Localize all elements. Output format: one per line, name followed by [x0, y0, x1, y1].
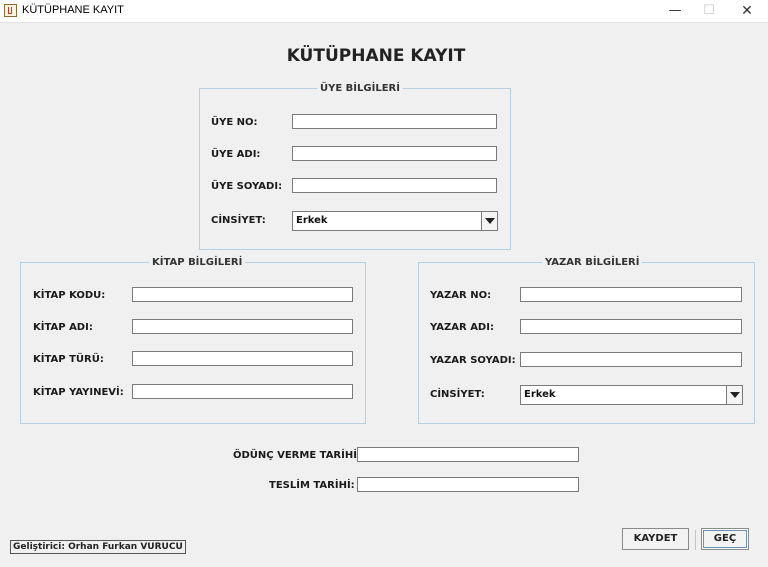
uye-soyadi-label: ÜYE SOYADI:: [211, 181, 283, 192]
uye-cinsiyet-value: Erkek: [296, 215, 328, 226]
teslim-tarihi-label: TESLİM TARİHİ:: [269, 480, 355, 491]
minimize-icon[interactable]: —: [656, 0, 694, 22]
chevron-down-icon[interactable]: [481, 212, 497, 230]
yazar-adi-label: YAZAR ADI:: [430, 322, 494, 333]
chevron-down-icon[interactable]: [726, 386, 742, 404]
kitap-adi-label: KİTAP ADI:: [33, 322, 93, 333]
uye-adi-label: ÜYE ADI:: [211, 149, 261, 160]
uye-no-label: ÜYE NO:: [211, 117, 258, 128]
uye-adi-field[interactable]: [292, 146, 497, 161]
kitap-adi-field[interactable]: [132, 319, 353, 334]
uye-bilgileri-legend: ÜYE BİLGİLERİ: [320, 83, 400, 94]
kitap-yayinevi-field[interactable]: [132, 384, 353, 399]
teslim-tarihi-field[interactable]: [357, 477, 579, 492]
uye-cinsiyet-label: CİNSİYET:: [211, 215, 266, 226]
uye-soyadi-field[interactable]: [292, 178, 497, 193]
kaydet-button[interactable]: KAYDET: [622, 528, 689, 550]
kitap-kodu-field[interactable]: [132, 287, 353, 302]
uye-no-field[interactable]: [292, 114, 497, 129]
java-app-icon: [4, 4, 17, 17]
developer-credit: Geliştirici: Orhan Furkan VURUCU: [10, 540, 186, 554]
yazar-no-field[interactable]: [520, 287, 742, 302]
yazar-soyadi-field[interactable]: [520, 352, 742, 367]
yazar-bilgileri-legend: YAZAR BİLGİLERİ: [545, 257, 640, 268]
kitap-yayinevi-label: KİTAP YAYINEVİ:: [33, 387, 124, 398]
maximize-icon[interactable]: ☐: [690, 0, 728, 22]
kitap-turu-field[interactable]: [132, 351, 353, 366]
gec-button[interactable]: GEÇ: [701, 528, 749, 550]
yazar-no-label: YAZAR NO:: [430, 290, 492, 301]
yazar-adi-field[interactable]: [520, 319, 742, 334]
yazar-cinsiyet-value: Erkek: [524, 389, 556, 400]
yazar-cinsiyet-label: CİNSİYET:: [430, 389, 485, 400]
close-icon[interactable]: ✕: [728, 0, 766, 22]
odunc-verme-tarihi-field[interactable]: [357, 447, 579, 462]
window-titlebar: KÜTÜPHANE KAYIT — ☐ ✕: [0, 0, 768, 23]
odunc-verme-tarihi-label: ÖDÜNÇ VERME TARİHİ:: [233, 450, 361, 461]
button-separator: [695, 530, 696, 550]
yazar-cinsiyet-select[interactable]: Erkek: [520, 385, 743, 405]
page-title: KÜTÜPHANE KAYIT: [286, 46, 466, 66]
window-title: KÜTÜPHANE KAYIT: [22, 4, 124, 16]
kitap-kodu-label: KİTAP KODU:: [33, 290, 106, 301]
uye-cinsiyet-select[interactable]: Erkek: [292, 211, 498, 231]
yazar-soyadi-label: YAZAR SOYADI:: [430, 355, 516, 366]
kitap-bilgileri-legend: KİTAP BİLGİLERİ: [152, 257, 243, 268]
kitap-turu-label: KİTAP TÜRÜ:: [33, 354, 104, 365]
